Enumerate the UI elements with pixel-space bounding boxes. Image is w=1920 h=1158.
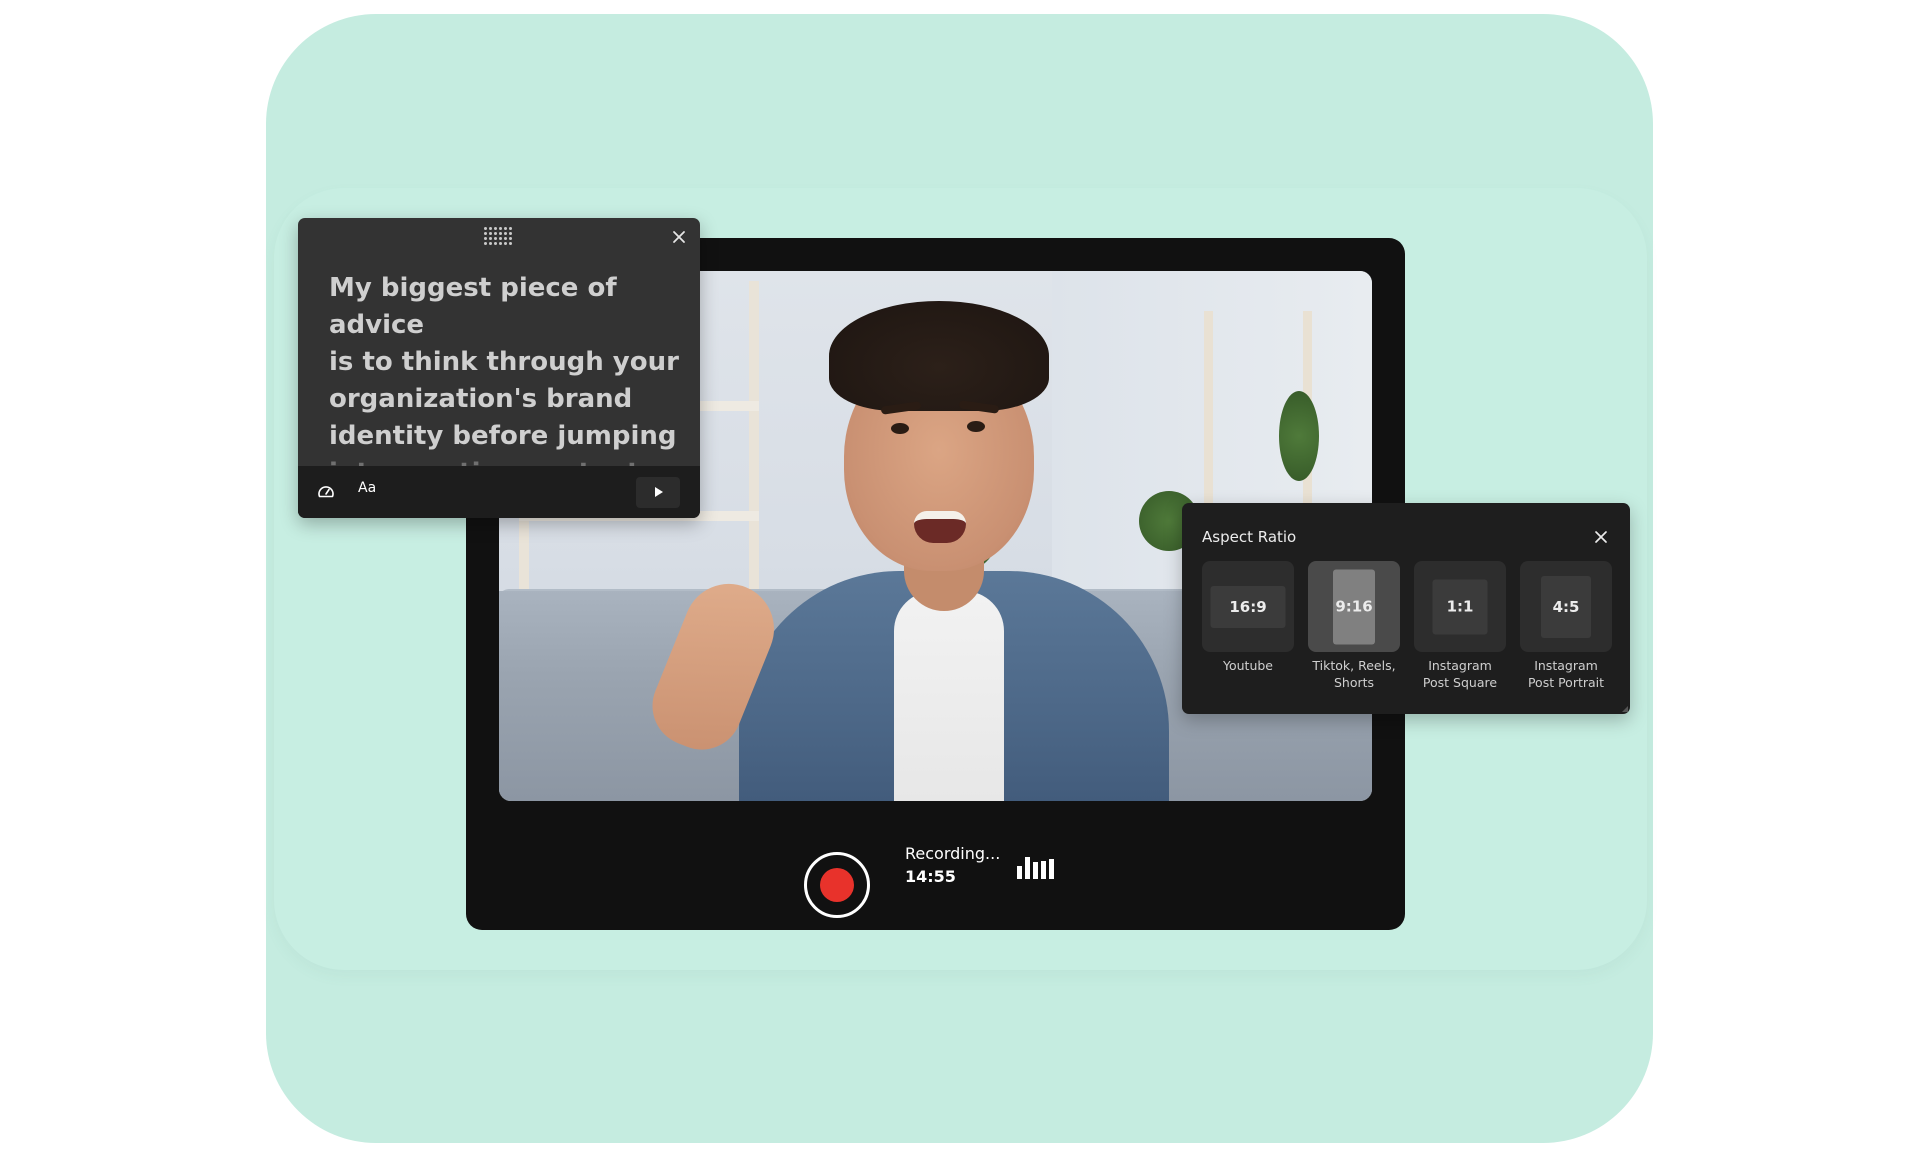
grip-dot (489, 232, 492, 235)
script-line: My biggest piece of advice (329, 273, 617, 340)
grip-dot (509, 232, 512, 235)
aspect-option-1-1[interactable]: 1:1 Instagram Post Square (1414, 561, 1506, 691)
label-line: Shorts (1333, 675, 1375, 690)
script-line: identity before jumping (329, 421, 677, 451)
grip-dot (489, 227, 492, 230)
grip-dot (489, 242, 492, 245)
video-person-mouth (914, 511, 966, 543)
grip-dot (504, 232, 507, 235)
record-dot-icon (820, 868, 854, 902)
aspect-option-16-9[interactable]: 16:9 Youtube (1202, 561, 1294, 691)
label-line: Instagram (1534, 658, 1598, 673)
grip-dot (499, 237, 502, 240)
font-size-button[interactable]: Aa (358, 480, 376, 502)
grip-dot (484, 237, 487, 240)
aspect-option-label: Youtube (1202, 657, 1294, 674)
close-icon[interactable] (668, 226, 690, 248)
recording-status: Recording... (905, 844, 1001, 863)
grip-dot (494, 227, 497, 230)
script-line: is to think through your (329, 347, 679, 377)
audio-level-bar (1041, 861, 1046, 879)
record-stop-button[interactable] (804, 852, 870, 918)
aspect-ratio-shape: 1:1 (1432, 579, 1488, 634)
grip-dot (494, 237, 497, 240)
aspect-tile: 16:9 (1202, 561, 1294, 652)
aspect-option-label: Instagram Post Portrait (1520, 657, 1612, 691)
grip-dot (494, 232, 497, 235)
script-line: organization's brand (329, 384, 633, 414)
close-icon[interactable] (1593, 529, 1609, 545)
aspect-option-label: Tiktok, Reels, Shorts (1308, 657, 1400, 691)
teleprompter-script: My biggest piece of advice is to think t… (329, 270, 689, 492)
video-person-eye (891, 423, 909, 434)
teleprompter-panel: My biggest piece of advice is to think t… (298, 218, 700, 518)
aspect-tile: 4:5 (1520, 561, 1612, 652)
grip-dot (494, 242, 497, 245)
label-line: Post Portrait (1527, 675, 1605, 690)
audio-level-bar (1033, 862, 1038, 879)
video-plant (1279, 391, 1319, 481)
audio-level-bar (1017, 866, 1022, 879)
grip-dot (499, 242, 502, 245)
aspect-ratio-shape: 16:9 (1210, 585, 1286, 628)
aspect-tile: 1:1 (1414, 561, 1506, 652)
recording-timer: 14:55 (905, 867, 956, 886)
aspect-ratio-panel: Aspect Ratio 16:9 Youtube 9:16 Tiktok, R… (1182, 503, 1630, 714)
grip-dot (509, 227, 512, 230)
panel-title: Aspect Ratio (1202, 528, 1297, 546)
aspect-option-9-16[interactable]: 9:16 Tiktok, Reels, Shorts (1308, 561, 1400, 691)
grip-dot (509, 237, 512, 240)
aspect-option-4-5[interactable]: 4:5 Instagram Post Portrait (1520, 561, 1612, 691)
grip-dot (504, 237, 507, 240)
grip-dot (489, 237, 492, 240)
aspect-ratio-shape: 9:16 (1333, 569, 1375, 644)
play-button[interactable] (636, 477, 680, 508)
grip-dot (499, 232, 502, 235)
audio-level-bar (1025, 857, 1030, 879)
play-icon (655, 487, 663, 497)
grip-dot (504, 227, 507, 230)
aspect-ratio-options: 16:9 Youtube 9:16 Tiktok, Reels, Shorts … (1202, 561, 1612, 691)
recording-controls: Recording... 14:55 (466, 801, 1405, 930)
video-person-hair (829, 301, 1049, 411)
video-person-eye (967, 421, 985, 432)
audio-level-icon (1017, 855, 1057, 879)
video-person-tshirt (894, 591, 1004, 801)
resize-grip-icon[interactable] (1622, 706, 1628, 712)
label-line: Tiktok, Reels, (1312, 658, 1396, 673)
grip-dot (509, 242, 512, 245)
audio-level-bar (1049, 859, 1054, 879)
aspect-option-label: Instagram Post Square (1414, 657, 1506, 691)
grip-dot (504, 242, 507, 245)
aspect-ratio-shape: 4:5 (1541, 575, 1591, 638)
label-line: Youtube (1223, 658, 1273, 673)
grip-dot (499, 227, 502, 230)
aspect-tile: 9:16 (1308, 561, 1400, 652)
drag-grip-icon[interactable] (484, 227, 512, 247)
speedometer-icon[interactable] (316, 482, 336, 502)
teleprompter-toolbar: Aa (298, 466, 700, 518)
grip-dot (484, 227, 487, 230)
label-line: Instagram (1428, 658, 1492, 673)
grip-dot (484, 242, 487, 245)
label-line: Post Square (1422, 675, 1498, 690)
grip-dot (484, 232, 487, 235)
